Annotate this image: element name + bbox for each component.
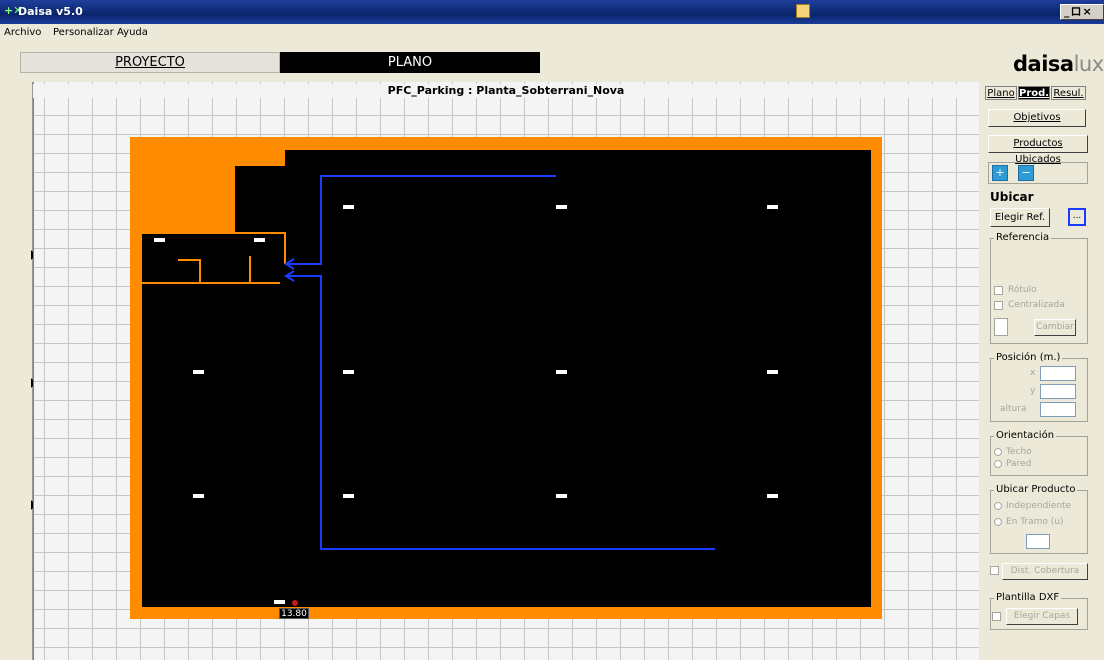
altura-label: altura (1000, 404, 1027, 414)
luminaire[interactable] (343, 370, 354, 374)
luminaire[interactable] (154, 238, 165, 242)
ubicar-heading: Ubicar (990, 190, 1034, 204)
tramo-input[interactable] (1026, 534, 1050, 549)
orientacion-label: Orientación (994, 430, 1057, 441)
x-label: x (1030, 368, 1036, 378)
luminaire[interactable] (343, 494, 354, 498)
y-label: y (1030, 386, 1036, 396)
luminaire[interactable] (193, 494, 204, 498)
ubicar-producto-label: Ubicar Producto (994, 484, 1078, 495)
x-input[interactable] (1040, 366, 1076, 381)
luminaire[interactable] (343, 205, 354, 209)
tab-panel-resul[interactable]: Resul. (1051, 86, 1086, 100)
en-tramo-label: En Tramo (u) (1006, 517, 1064, 527)
rotulo-checkbox[interactable] (994, 286, 1003, 295)
independiente-radio[interactable] (994, 502, 1002, 510)
luminaire[interactable] (274, 600, 285, 604)
tab-panel-plano[interactable]: Plano (985, 86, 1017, 100)
independiente-label: Independiente (1006, 501, 1072, 511)
dist-cobertura-button[interactable]: Dist. Cobertura (1002, 563, 1088, 580)
luminaire[interactable] (556, 370, 567, 374)
dimension-label: 13.80 (279, 608, 309, 619)
en-tramo-radio[interactable] (994, 518, 1002, 526)
centralizada-checkbox[interactable] (994, 301, 1003, 310)
productos-ubicados-button[interactable]: Productos Ubicados (988, 135, 1088, 165)
objetivos-button[interactable]: Objetivos (988, 109, 1086, 127)
elegir-capas-button[interactable]: Elegir Capas (1006, 608, 1078, 625)
luminaire[interactable] (193, 370, 204, 374)
room-wall (178, 259, 201, 283)
escape-route-line (285, 275, 715, 550)
techo-label: Techo (1006, 447, 1032, 457)
luminaire[interactable] (254, 238, 265, 242)
escape-route-line (285, 175, 556, 265)
orientacion-group (990, 436, 1088, 476)
cambiar-button[interactable]: Cambiar (1034, 319, 1076, 336)
plan-lines (142, 175, 715, 550)
plantilla-label: Plantilla DXF (994, 592, 1062, 603)
pared-label: Pared (1006, 459, 1032, 469)
tab-panel-prod[interactable]: Prod. (1018, 86, 1050, 100)
techo-radio[interactable] (994, 448, 1002, 456)
altura-input[interactable] (1040, 402, 1076, 417)
luminaire[interactable] (767, 370, 778, 374)
browse-button[interactable]: ... (1068, 208, 1086, 226)
plantilla-checkbox[interactable] (992, 612, 1001, 621)
luminaire[interactable] (767, 205, 778, 209)
luminaire[interactable] (767, 494, 778, 498)
zoom-out-icon[interactable]: − (1018, 165, 1034, 181)
zoom-in-icon[interactable]: + (992, 165, 1008, 181)
y-input[interactable] (1040, 384, 1076, 399)
centralizada-label: Centralizada (1008, 300, 1065, 310)
pared-radio[interactable] (994, 460, 1002, 468)
posicion-label: Posición (m.) (994, 352, 1063, 363)
document-icon[interactable] (994, 318, 1008, 336)
referencia-label: Referencia (994, 232, 1052, 243)
rotulo-label: Rótulo (1008, 285, 1037, 295)
selected-point-marker[interactable] (292, 600, 298, 606)
luminaire[interactable] (556, 494, 567, 498)
dist-cobertura-checkbox[interactable] (990, 566, 999, 575)
elegir-ref-button[interactable]: Elegir Ref. (990, 208, 1050, 227)
luminaire[interactable] (556, 205, 567, 209)
